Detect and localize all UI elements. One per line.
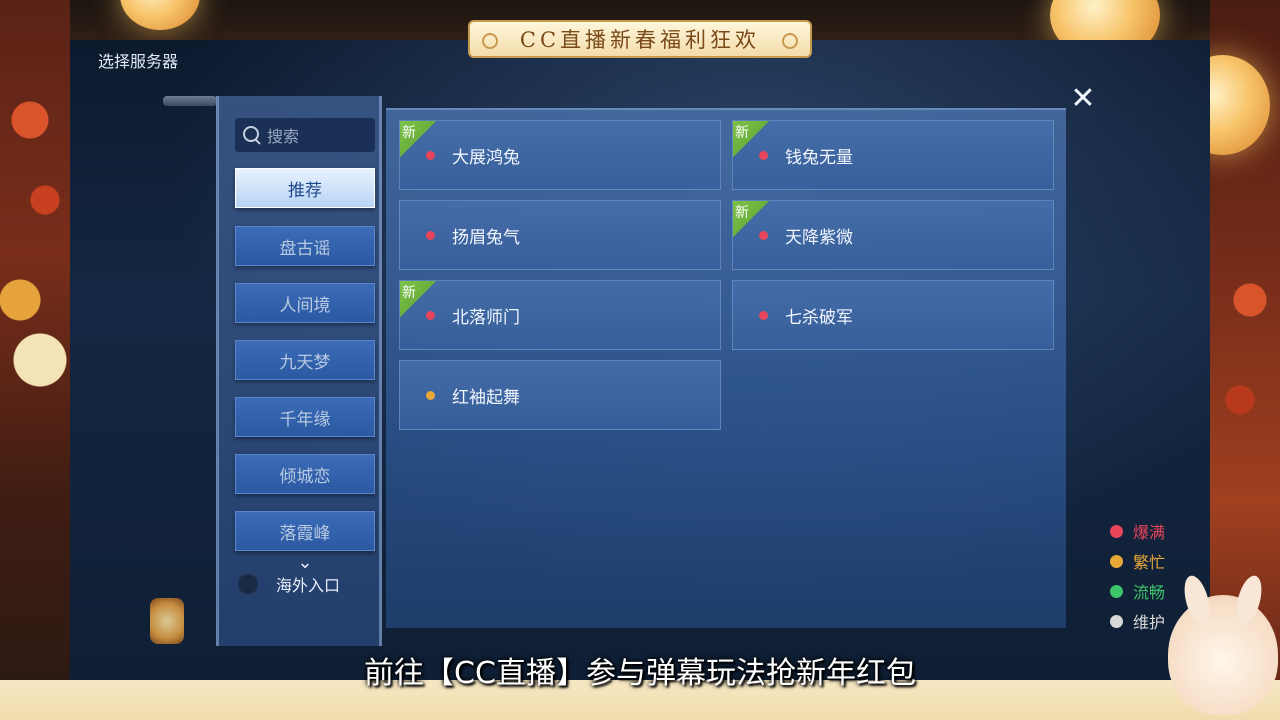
legend-item-smooth: 流畅 — [1110, 576, 1165, 606]
status-dot-full — [426, 230, 435, 240]
category-tab-pangu[interactable]: 盘古谣 — [235, 226, 375, 266]
status-legend: 爆满 繁忙 流畅 维护 — [1110, 516, 1165, 636]
category-tab-qingcheng[interactable]: 倾城恋 — [235, 454, 375, 494]
server-item[interactable]: 扬眉兔气 — [399, 200, 721, 270]
overseas-entry[interactable]: 海外入口 — [216, 572, 382, 596]
category-tab-luoxia[interactable]: 落霞峰 — [235, 511, 375, 551]
server-list-panel: 新 大展鸿兔 新 钱兔无量 扬眉兔气 新 天降紫微 新 北落师门 七杀破军 红袖… — [386, 108, 1066, 628]
window-title: 选择服务器 — [98, 52, 179, 71]
server-name: 天降紫微 — [785, 227, 853, 248]
server-name: 大展鸿兔 — [452, 147, 520, 168]
close-button[interactable]: ✕ — [1066, 82, 1100, 116]
legend-dot — [1110, 614, 1123, 628]
legend-label: 流畅 — [1133, 583, 1166, 602]
server-item[interactable]: 新 钱兔无量 — [732, 120, 1054, 190]
server-name: 红袖起舞 — [452, 387, 520, 408]
radio-icon — [238, 574, 258, 594]
overlay-left-decoration — [0, 0, 70, 720]
category-tab-jiutian[interactable]: 九天梦 — [235, 340, 375, 380]
status-dot-full — [759, 310, 768, 320]
server-item[interactable]: 新 大展鸿兔 — [399, 120, 721, 190]
new-badge: 新 — [400, 281, 436, 317]
server-item[interactable]: 七杀破军 — [732, 280, 1054, 350]
search-placeholder: 搜索 — [267, 127, 300, 146]
new-badge: 新 — [733, 121, 769, 157]
overseas-label: 海外入口 — [276, 576, 341, 595]
legend-item-busy: 繁忙 — [1110, 546, 1165, 576]
server-select-screen: 选择服务器 ✕ 搜索 推荐 盘古谣 人间境 九天梦 千年缘 倾城恋 落霞峰 ⌄ … — [70, 40, 1210, 680]
lamp-icon — [150, 598, 184, 644]
scroll-rod — [163, 96, 217, 106]
category-tab-qiannian[interactable]: 千年缘 — [235, 397, 375, 437]
server-name: 钱兔无量 — [785, 147, 853, 168]
status-dot-busy — [426, 390, 435, 400]
legend-label: 繁忙 — [1133, 553, 1166, 572]
legend-dot — [1110, 524, 1123, 538]
server-item[interactable]: 新 北落师门 — [399, 280, 721, 350]
search-icon — [243, 126, 261, 144]
new-badge: 新 — [400, 121, 436, 157]
search-input[interactable]: 搜索 — [235, 118, 375, 152]
chevron-down-icon[interactable]: ⌄ — [295, 554, 315, 572]
server-item[interactable]: 红袖起舞 — [399, 360, 721, 430]
category-tab-renjian[interactable]: 人间境 — [235, 283, 375, 323]
server-name: 北落师门 — [452, 307, 520, 328]
legend-label: 维护 — [1133, 613, 1166, 632]
category-sidebar: 搜索 推荐 盘古谣 人间境 九天梦 千年缘 倾城恋 落霞峰 ⌄ — [216, 96, 382, 646]
server-name: 扬眉兔气 — [452, 227, 520, 248]
server-name: 七杀破军 — [785, 307, 853, 328]
legend-item-full: 爆满 — [1110, 516, 1165, 546]
legend-item-maintenance: 维护 — [1110, 606, 1165, 636]
server-item[interactable]: 新 天降紫微 — [732, 200, 1054, 270]
legend-dot — [1110, 554, 1123, 568]
new-badge: 新 — [733, 201, 769, 237]
legend-label: 爆满 — [1133, 523, 1166, 542]
promo-banner: CC直播新春福利狂欢 — [468, 20, 812, 58]
category-tab-recommended[interactable]: 推荐 — [235, 168, 375, 208]
legend-dot — [1110, 584, 1123, 598]
subtitle-caption: 前往【CC直播】参与弹幕玩法抢新年红包 — [364, 656, 916, 691]
